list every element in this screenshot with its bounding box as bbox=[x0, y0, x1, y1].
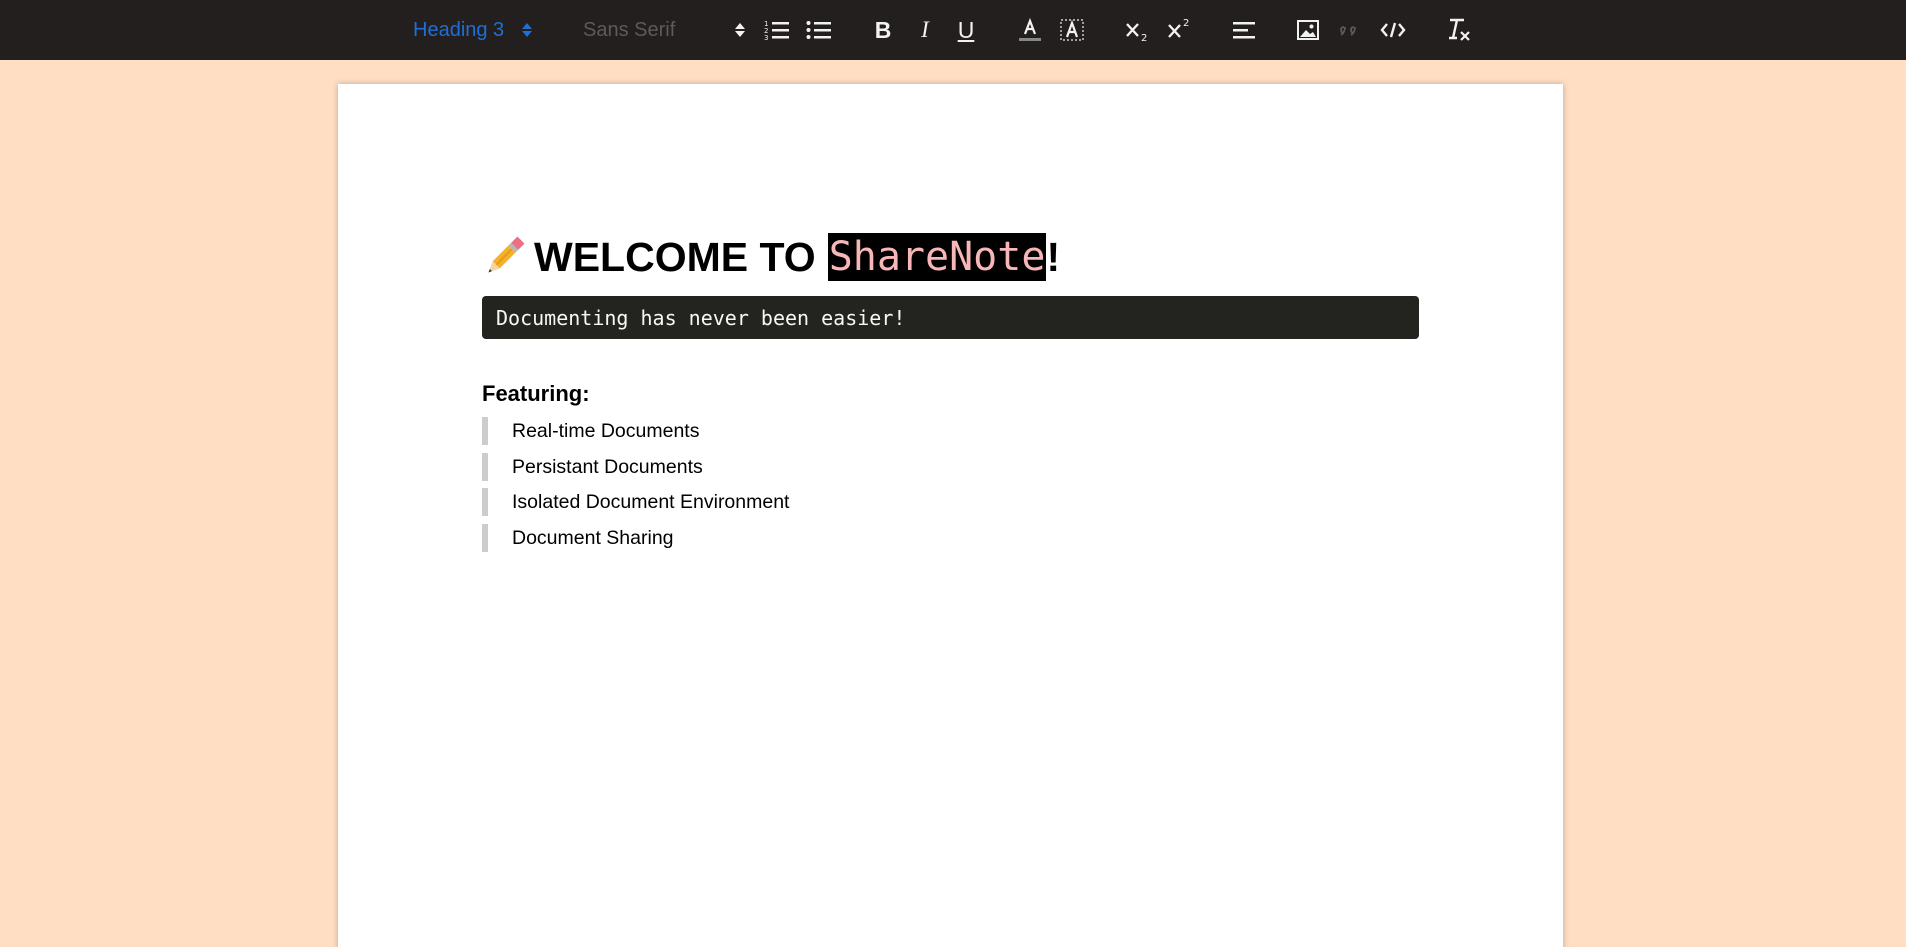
background-color-button[interactable] bbox=[1058, 0, 1086, 60]
blockquote-button[interactable] bbox=[1336, 0, 1364, 60]
subscript-button[interactable]: 2 bbox=[1124, 0, 1152, 60]
document-title: WELCOME TO ShareNote ! bbox=[482, 232, 1419, 282]
text-color-button[interactable] bbox=[1016, 0, 1044, 60]
clear-format-icon bbox=[1449, 18, 1470, 41]
clear-format-button[interactable] bbox=[1443, 0, 1473, 60]
features-heading: Featuring: bbox=[482, 381, 590, 406]
code-block-text: Documenting has never been easier! bbox=[496, 305, 906, 330]
blockquote-icon bbox=[1340, 26, 1356, 36]
underline-icon: U bbox=[957, 16, 975, 43]
select-arrows-icon bbox=[735, 23, 746, 37]
feature-item: Isolated Document Environment bbox=[482, 488, 1419, 516]
italic-icon: I bbox=[921, 17, 929, 42]
background-color-icon bbox=[1060, 19, 1084, 41]
align-icon bbox=[1233, 22, 1255, 39]
title-brand-code: ShareNote bbox=[827, 233, 1047, 281]
image-icon bbox=[1297, 20, 1319, 40]
feature-item: Real-time Documents bbox=[482, 417, 1419, 445]
title-suffix: ! bbox=[1046, 233, 1061, 280]
code-icon bbox=[1380, 22, 1406, 38]
bullet-list-icon bbox=[806, 21, 831, 39]
features-list: Real-time Documents Persistant Documents… bbox=[482, 417, 1419, 552]
document-content: WELCOME TO ShareNote ! Documenting has n… bbox=[482, 232, 1419, 559]
code-block: Documenting has never been easier! bbox=[482, 296, 1419, 339]
svg-text:2: 2 bbox=[1183, 18, 1189, 29]
font-select-value: Sans Serif bbox=[583, 18, 676, 41]
subscript-icon: 2 bbox=[1126, 23, 1147, 43]
feature-item: Persistant Documents bbox=[482, 452, 1419, 481]
bold-icon: B bbox=[874, 16, 892, 43]
document-page[interactable]: WELCOME TO ShareNote ! Documenting has n… bbox=[338, 84, 1563, 947]
ordered-list-button[interactable]: 1 2 3 bbox=[762, 0, 792, 60]
editor-toolbar: Heading 3 Sans Serif 1 2 3 B I U 2 2 bbox=[0, 0, 1906, 60]
superscript-button[interactable]: 2 bbox=[1166, 0, 1194, 60]
text-color-icon bbox=[1019, 17, 1041, 41]
svg-text:2: 2 bbox=[1141, 33, 1147, 43]
select-arrows-icon bbox=[522, 23, 533, 37]
bullet-list-button[interactable] bbox=[804, 0, 834, 60]
italic-button[interactable]: I bbox=[912, 0, 938, 60]
heading-select-value: Heading 3 bbox=[413, 18, 505, 41]
ordered-list-icon: 1 2 3 bbox=[764, 20, 789, 42]
heading-select[interactable]: Heading 3 bbox=[413, 0, 533, 60]
pencil-icon bbox=[488, 236, 525, 273]
superscript-icon: 2 bbox=[1168, 18, 1189, 38]
code-button[interactable] bbox=[1379, 0, 1407, 60]
image-button[interactable] bbox=[1294, 0, 1322, 60]
align-button[interactable] bbox=[1230, 0, 1258, 60]
title-prefix: WELCOME TO bbox=[534, 233, 816, 280]
font-select[interactable]: Sans Serif bbox=[583, 0, 746, 60]
svg-text:3: 3 bbox=[764, 34, 768, 42]
bold-button[interactable]: B bbox=[870, 0, 896, 60]
underline-button[interactable]: U bbox=[953, 0, 979, 60]
feature-item: Document Sharing bbox=[482, 523, 1419, 552]
